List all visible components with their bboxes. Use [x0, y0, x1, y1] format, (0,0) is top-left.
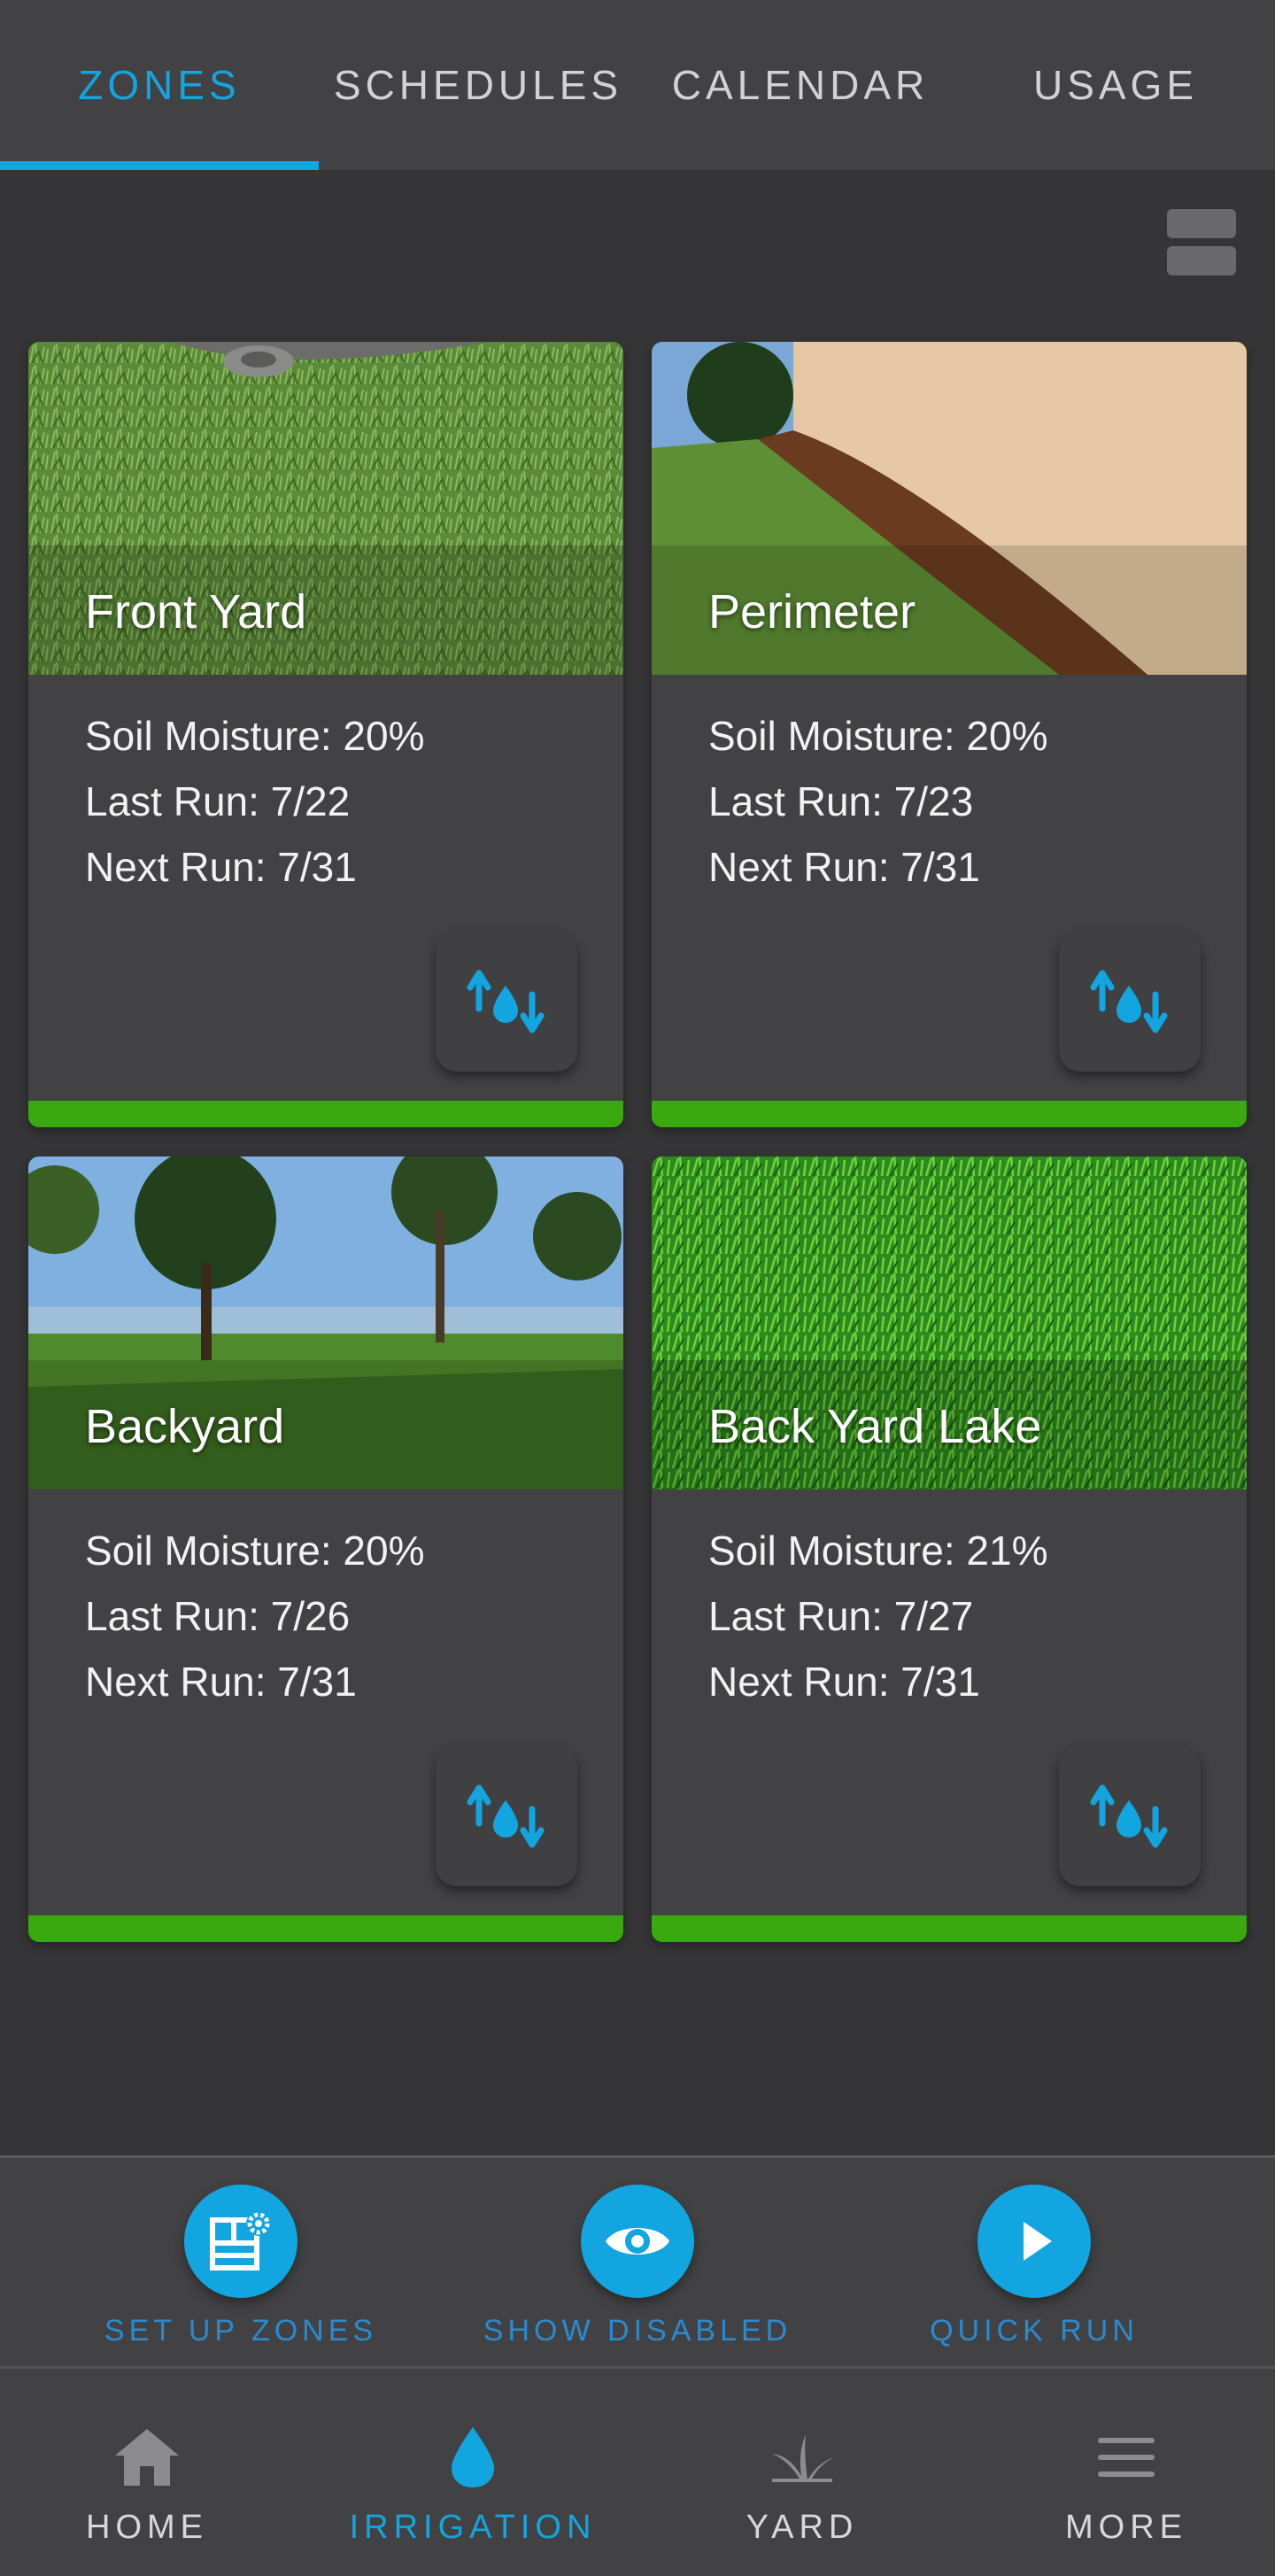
active-tab-indicator — [0, 161, 319, 170]
nav-more[interactable]: MORE — [993, 2422, 1259, 2564]
tab-schedules[interactable]: SCHEDULES — [328, 53, 629, 117]
water-flow-icon — [467, 1784, 545, 1848]
bottom-nav: HOME IRRIGATION YARD MORE — [0, 2366, 1275, 2576]
zone-status-bar — [652, 1101, 1247, 1127]
zone-run-button[interactable] — [436, 1746, 577, 1886]
play-icon — [978, 2185, 1091, 2298]
zone-stats: Soil Moisture: 20% Last Run: 7/22 Next R… — [85, 703, 425, 900]
water-drop-icon — [340, 2422, 606, 2493]
zone-name: Perimeter — [708, 585, 916, 638]
list-view-bar — [1167, 246, 1236, 275]
action-label: SHOW DISABLED — [483, 2314, 792, 2348]
zone-run-button[interactable] — [1059, 1746, 1201, 1886]
last-run: Last Run: 7/22 — [85, 778, 351, 824]
nav-label: MORE — [1065, 2509, 1187, 2546]
next-run: Next Run: 7/31 — [85, 844, 357, 890]
water-flow-icon — [1090, 970, 1168, 1033]
home-icon — [14, 2422, 280, 2493]
zone-setup-icon — [184, 2185, 298, 2298]
tab-usage[interactable]: USAGE — [1018, 53, 1213, 117]
top-tab-bar: ZONES SCHEDULES CALENDAR USAGE — [0, 0, 1275, 170]
eye-icon — [581, 2185, 694, 2298]
grass-icon — [669, 2422, 935, 2493]
list-view-icon[interactable] — [1167, 209, 1236, 276]
zone-name: Back Yard Lake — [708, 1400, 1042, 1453]
zone-card-backyard[interactable]: Backyard Soil Moisture: 20% Last Run: 7/… — [28, 1156, 623, 1942]
zone-card-back-yard-lake[interactable]: Back Yard Lake Soil Moisture: 21% Last R… — [652, 1156, 1247, 1942]
zone-status-bar — [28, 1101, 623, 1127]
zone-name: Front Yard — [85, 585, 307, 638]
quick-run-button[interactable]: QUICK RUN — [866, 2185, 1202, 2362]
tab-zones[interactable]: ZONES — [35, 53, 283, 117]
soil-moisture: Soil Moisture: 21% — [708, 1528, 1048, 1574]
zone-stats: Soil Moisture: 20% Last Run: 7/26 Next R… — [85, 1518, 425, 1714]
zone-status-bar — [28, 1915, 623, 1942]
zone-run-button[interactable] — [436, 932, 577, 1071]
water-flow-icon — [467, 970, 545, 1033]
zone-action-bar: SET UP ZONES SHOW DISABLED QUICK RUN — [0, 2155, 1275, 2366]
tab-calendar[interactable]: CALENDAR — [659, 53, 942, 117]
zone-card-perimeter[interactable]: Perimeter Soil Moisture: 20% Last Run: 7… — [652, 342, 1247, 1127]
zone-run-button[interactable] — [1059, 932, 1201, 1071]
show-disabled-button[interactable]: SHOW DISABLED — [469, 2185, 806, 2362]
soil-moisture: Soil Moisture: 20% — [85, 1528, 425, 1574]
soil-moisture: Soil Moisture: 20% — [85, 713, 425, 759]
zone-status-bar — [652, 1915, 1247, 1942]
zone-stats: Soil Moisture: 21% Last Run: 7/27 Next R… — [708, 1518, 1048, 1714]
menu-icon — [993, 2422, 1259, 2493]
last-run: Last Run: 7/26 — [85, 1593, 351, 1639]
nav-irrigation[interactable]: IRRIGATION — [340, 2422, 606, 2564]
last-run: Last Run: 7/27 — [708, 1593, 974, 1639]
nav-label: YARD — [746, 2509, 859, 2546]
zone-card-front-yard[interactable]: Front Yard Soil Moisture: 20% Last Run: … — [28, 342, 623, 1127]
action-label: SET UP ZONES — [104, 2314, 378, 2348]
zone-stats: Soil Moisture: 20% Last Run: 7/23 Next R… — [708, 703, 1048, 900]
nav-label: HOME — [86, 2509, 208, 2546]
nav-yard[interactable]: YARD — [669, 2422, 935, 2564]
zone-name: Backyard — [85, 1400, 285, 1453]
next-run: Next Run: 7/31 — [708, 1659, 980, 1705]
soil-moisture: Soil Moisture: 20% — [708, 713, 1048, 759]
water-flow-icon — [1090, 1784, 1168, 1848]
last-run: Last Run: 7/23 — [708, 778, 974, 824]
nav-home[interactable]: HOME — [14, 2422, 280, 2564]
set-up-zones-button[interactable]: SET UP ZONES — [73, 2185, 409, 2362]
list-view-bar — [1167, 209, 1236, 238]
next-run: Next Run: 7/31 — [85, 1659, 357, 1705]
action-label: QUICK RUN — [930, 2314, 1139, 2348]
next-run: Next Run: 7/31 — [708, 844, 980, 890]
nav-label: IRRIGATION — [349, 2509, 597, 2546]
